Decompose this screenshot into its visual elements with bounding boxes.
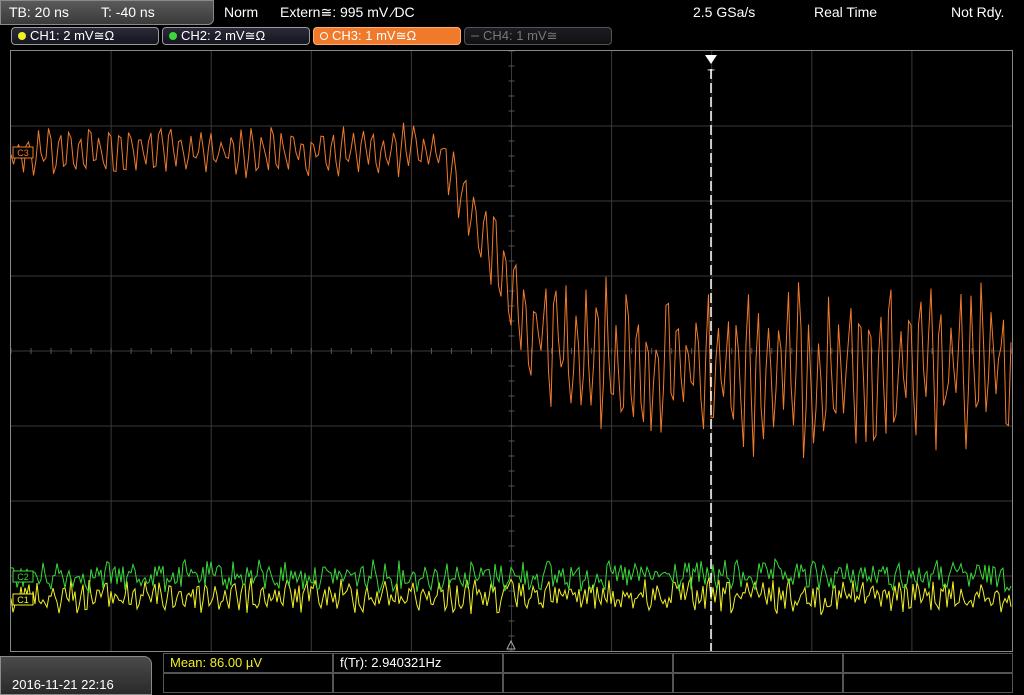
measurement-slot-9[interactable] — [673, 673, 843, 693]
ch2-offset-marker[interactable]: C2 — [12, 570, 34, 583]
ch3-indicator-icon — [320, 32, 328, 40]
ch3-label: CH3: 1 mV≅Ω — [332, 28, 417, 43]
status-bar: TB: 20 ns T: -40 ns Norm Extern≅: 995 mV… — [0, 0, 1024, 25]
trigger-mode-label[interactable]: Norm — [224, 4, 258, 20]
measurement-slot-4[interactable] — [673, 653, 843, 673]
ch1-offset-marker[interactable]: C1 — [12, 593, 34, 606]
ch4-indicator-icon — [471, 35, 479, 37]
trigger-marker-icon[interactable] — [705, 55, 717, 64]
mean-measurement[interactable]: Mean: 86.00 µV — [163, 653, 333, 673]
acquisition-mode-label: Real Time — [814, 4, 878, 20]
trigger-source-label[interactable]: Extern≅: 995 mV ⁄DC — [280, 4, 415, 21]
frequency-measurement[interactable]: f(Tr): 2.940321Hz — [333, 653, 503, 673]
timebase-label: TB: 20 ns — [9, 4, 69, 20]
bottom-bar: 2016-11-21 22:16 Mean: 86.00 µV f(Tr): 2… — [0, 652, 1024, 695]
ch1-button[interactable]: CH1: 2 mV≅Ω — [11, 27, 159, 45]
ch2-offset-label: C2 — [17, 572, 29, 582]
datetime-label: 2016-11-21 22:16 — [12, 677, 114, 692]
measurement-slot-3[interactable] — [503, 653, 673, 673]
ch2-label: CH2: 2 mV≅Ω — [181, 28, 266, 43]
ch1-indicator-icon — [18, 32, 26, 40]
measurement-slot-8[interactable] — [503, 673, 673, 693]
ch4-label: CH4: 1 mV≅ — [483, 28, 558, 43]
run-status-label: Not Rdy. — [951, 4, 1005, 20]
datetime-box: 2016-11-21 22:16 — [0, 656, 152, 695]
measurement-table: Mean: 86.00 µV f(Tr): 2.940321Hz — [163, 652, 1013, 695]
trigger-time-label: T: -40 ns — [101, 4, 155, 20]
ch2-indicator-icon — [169, 32, 177, 40]
sample-rate-label: 2.5 GSa/s — [693, 4, 756, 20]
ch2-button[interactable]: CH2: 2 mV≅Ω — [162, 27, 310, 45]
channel-bar: CH1: 2 mV≅Ω CH2: 2 mV≅Ω CH3: 1 mV≅Ω CH4:… — [0, 25, 1024, 49]
measurement-slot-6[interactable] — [163, 673, 333, 693]
waveform-canvas: T C3 C2 C1 — [11, 51, 1012, 651]
ch1-offset-label: C1 — [17, 595, 29, 605]
ch3-offset-marker[interactable]: C3 — [12, 146, 34, 159]
measurement-slot-7[interactable] — [333, 673, 503, 693]
measurement-slot-5[interactable] — [843, 653, 1013, 673]
waveform-display[interactable]: T C3 C2 C1 — [10, 50, 1013, 652]
ch1-label: CH1: 2 mV≅Ω — [30, 28, 115, 43]
trigger-marker-label: T — [707, 67, 715, 81]
timebase-box[interactable]: TB: 20 ns T: -40 ns — [0, 0, 214, 25]
ch3-offset-label: C3 — [17, 148, 29, 158]
ch4-button[interactable]: CH4: 1 mV≅ — [464, 27, 612, 45]
measurement-slot-10[interactable] — [843, 673, 1013, 693]
ch3-button[interactable]: CH3: 1 mV≅Ω — [313, 27, 461, 45]
